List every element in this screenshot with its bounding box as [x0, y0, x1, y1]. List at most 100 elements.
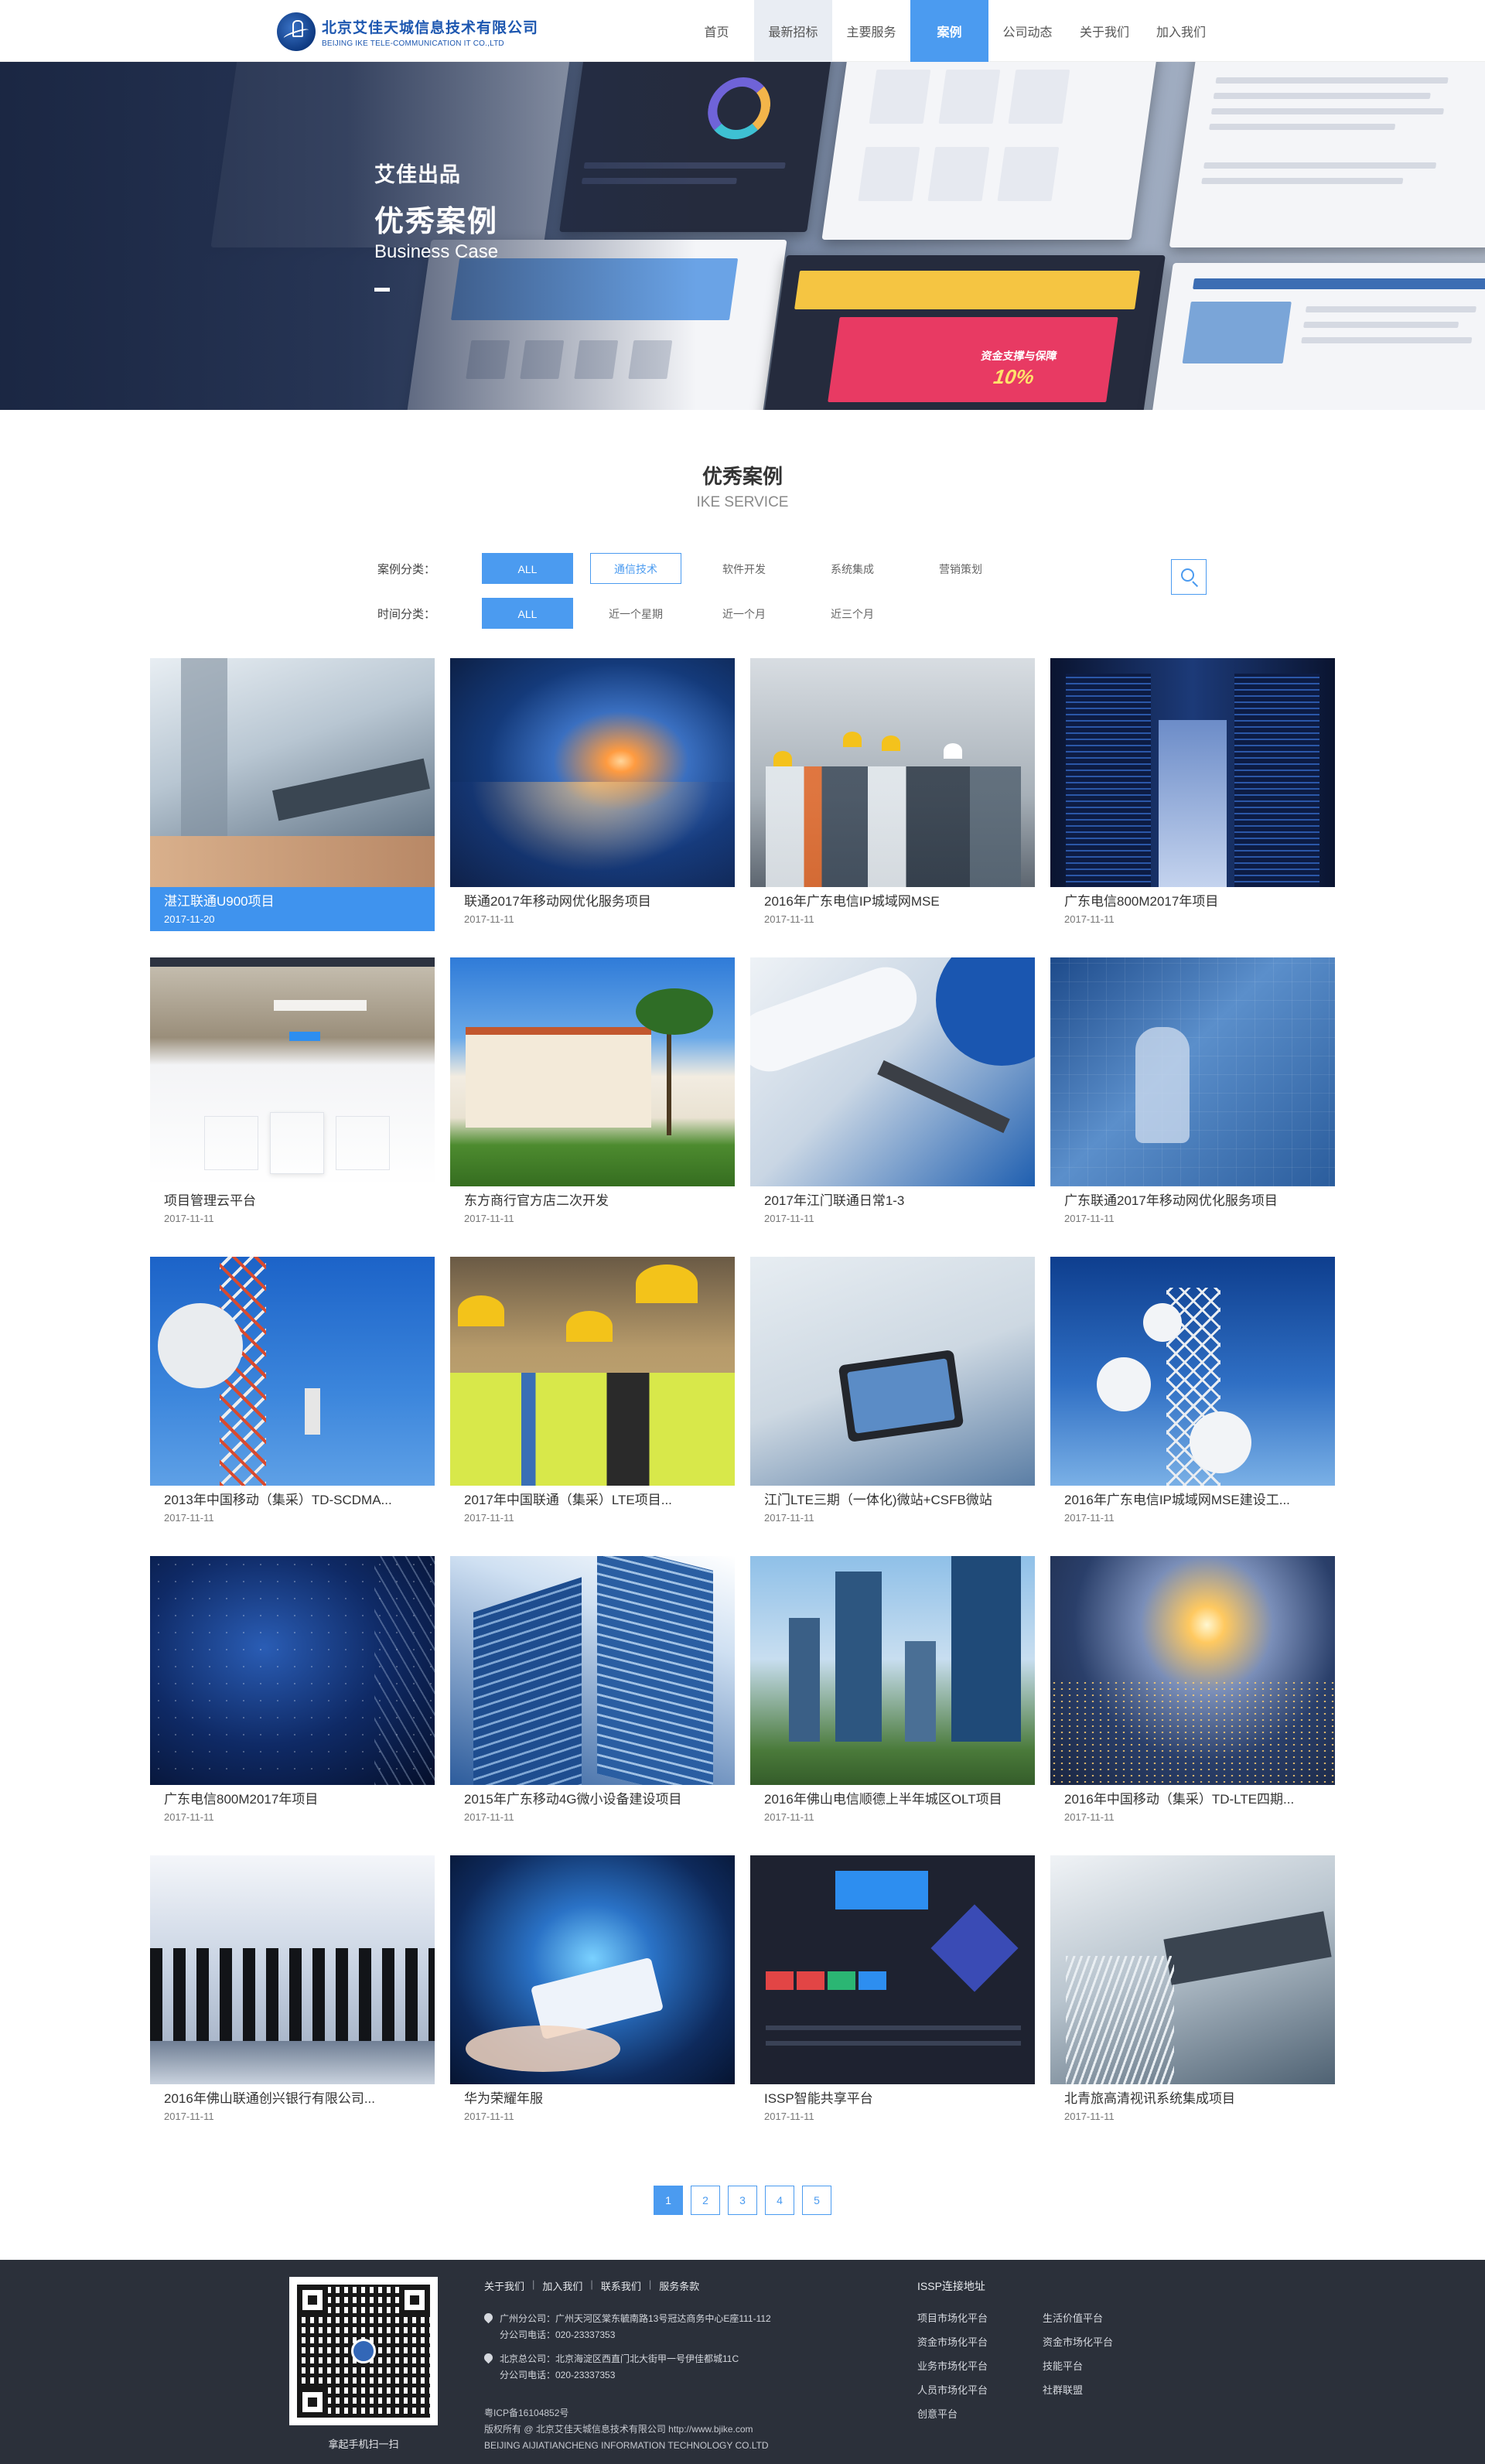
case-card[interactable]: 湛江联通U900项目 2017-11-20 [150, 658, 435, 931]
case-title: 广东电信800M2017年项目 [164, 1792, 319, 1807]
case-title: 2015年广东移动4G微小设备建设项目 [464, 1792, 682, 1807]
category-option-software[interactable]: 软件开发 [698, 553, 790, 584]
site-header: 北京艾佳天城信息技术有限公司 BEIJING IKE TELE-COMMUNIC… [0, 0, 1485, 62]
case-date: 2017-11-11 [764, 1811, 814, 1823]
case-thumbnail [150, 957, 435, 1186]
case-filters: 案例分类： ALL 通信技术 软件开发 系统集成 营销策划 时间分类： ALL … [0, 542, 1485, 658]
search-button[interactable] [1171, 559, 1207, 595]
time-option-week[interactable]: 近一个星期 [590, 598, 681, 629]
case-thumbnail [450, 1257, 735, 1486]
location-pin-icon [482, 2311, 495, 2324]
case-thumbnail [150, 1257, 435, 1486]
case-card[interactable]: 项目管理云平台 2017-11-11 [150, 957, 435, 1230]
hero-banner: 资金支撑与保障 10% 艾佳出品 优秀案例 Business Case [0, 62, 1485, 410]
case-title: 2016年佛山联通创兴银行有限公司... [164, 2091, 375, 2106]
case-title: 联通2017年移动网优化服务项目 [464, 894, 651, 909]
case-card[interactable]: 2016年佛山联通创兴银行有限公司... 2017-11-11 [150, 1855, 435, 2128]
nav-item-news[interactable]: 公司动态 [988, 0, 1067, 62]
issp-link[interactable]: 生活价值平台 [1043, 2311, 1135, 2326]
case-date: 2017-11-11 [1064, 2111, 1115, 2122]
office-beijing: 北京总公司：北京海淀区西直门北大街甲一号伊佳都城11C 分公司电话：020-23… [482, 2351, 739, 2384]
case-card[interactable]: 2016年广东电信IP城域网MSE 2017-11-11 [750, 658, 1035, 931]
footer-link-join[interactable]: 加入我们 [542, 2278, 582, 2293]
qr-logo-icon [351, 2339, 376, 2363]
case-thumbnail [1050, 658, 1335, 887]
issp-link[interactable]: 人员市场化平台 [917, 2383, 1043, 2398]
case-title: 2017年中国联通（集采）LTE项目... [464, 1493, 672, 1507]
case-date: 2017-11-20 [164, 913, 215, 925]
nav-item-join[interactable]: 加入我们 [1142, 0, 1220, 62]
time-filter: 时间分类： ALL 近一个星期 近一个月 近三个月 [377, 598, 915, 629]
issp-link[interactable]: 资金市场化平台 [917, 2335, 1043, 2350]
company-logo[interactable]: 北京艾佳天城信息技术有限公司 BEIJING IKE TELE-COMMUNIC… [277, 12, 538, 51]
page-button[interactable]: 1 [654, 2186, 683, 2215]
case-date: 2017-11-11 [764, 913, 814, 925]
time-option-three-months[interactable]: 近三个月 [807, 598, 898, 629]
case-card[interactable]: 联通2017年移动网优化服务项目 2017-11-11 [450, 658, 735, 931]
category-filter: 案例分类： ALL 通信技术 软件开发 系统集成 营销策划 [377, 553, 1023, 584]
case-thumbnail [1050, 1556, 1335, 1785]
case-thumbnail [150, 1855, 435, 2084]
nav-item-about[interactable]: 关于我们 [1067, 0, 1142, 62]
case-card[interactable]: 江门LTE三期（一体化)微站+CSFB微站 2017-11-11 [750, 1257, 1035, 1530]
footer-link-terms[interactable]: 服务条款 [659, 2278, 699, 2293]
issp-link[interactable]: 技能平台 [1043, 2359, 1135, 2374]
qr-code [289, 2277, 438, 2425]
issp-link[interactable]: 创意平台 [917, 2407, 1043, 2422]
case-card[interactable]: 2016年中国移动（集采）TD-LTE四期... 2017-11-11 [1050, 1556, 1335, 1829]
banner-text: 艾佳出品 优秀案例 Business Case [374, 158, 498, 292]
nav-item-services[interactable]: 主要服务 [832, 0, 910, 62]
category-option-marketing[interactable]: 营销策划 [915, 553, 1006, 584]
issp-link[interactable]: 项目市场化平台 [917, 2311, 1043, 2326]
page-button[interactable]: 5 [802, 2186, 831, 2215]
case-card[interactable]: 2013年中国移动（集采）TD-SCDMA... 2017-11-11 [150, 1257, 435, 1530]
banner-subtitle: 艾佳出品 [374, 163, 461, 186]
time-filter-label: 时间分类： [377, 607, 436, 621]
page-button[interactable]: 3 [728, 2186, 757, 2215]
footer-link-about[interactable]: 关于我们 [484, 2278, 524, 2293]
search-icon [1181, 568, 1194, 582]
category-option-all[interactable]: ALL [482, 553, 573, 584]
case-thumbnail [750, 957, 1035, 1186]
issp-link[interactable]: 社群联盟 [1043, 2383, 1135, 2398]
case-card[interactable]: 2017年江门联通日常1-3 2017-11-11 [750, 957, 1035, 1230]
case-card[interactable]: 2016年广东电信IP城域网MSE建设工... 2017-11-11 [1050, 1257, 1335, 1530]
page-button[interactable]: 2 [691, 2186, 720, 2215]
category-option-telecom[interactable]: 通信技术 [590, 553, 681, 584]
case-card[interactable]: 2016年佛山电信顺德上半年城区OLT项目 2017-11-11 [750, 1556, 1035, 1829]
time-option-month[interactable]: 近一个月 [698, 598, 790, 629]
nav-item-home[interactable]: 首页 [679, 0, 754, 62]
case-thumbnail [450, 1855, 735, 2084]
issp-link[interactable]: 业务市场化平台 [917, 2359, 1043, 2374]
case-card[interactable]: ISSP智能共享平台 2017-11-11 [750, 1855, 1035, 2128]
case-title: 东方商行官方店二次开发 [464, 1193, 609, 1208]
case-card[interactable]: 东方商行官方店二次开发 2017-11-11 [450, 957, 735, 1230]
footer-links: 关于我们 | 加入我们 | 联系我们 | 服务条款 [484, 2278, 700, 2293]
case-card[interactable]: 2017年中国联通（集采）LTE项目... 2017-11-11 [450, 1257, 735, 1530]
case-date: 2017-11-11 [464, 2111, 514, 2122]
case-title: 江门LTE三期（一体化)微站+CSFB微站 [764, 1493, 992, 1507]
case-card[interactable]: 2015年广东移动4G微小设备建设项目 2017-11-11 [450, 1556, 735, 1829]
case-card[interactable]: 广东电信800M2017年项目 2017-11-11 [1050, 658, 1335, 931]
office-phone: 分公司电话：020-23337353 [500, 2370, 616, 2380]
banner-mock-screen [1169, 62, 1485, 247]
banner-mock-percent: 10% [992, 365, 1036, 388]
case-title: 北青旅高清视讯系统集成项目 [1064, 2091, 1235, 2106]
nav-item-cases[interactable]: 案例 [910, 0, 988, 62]
banner-mock-screen [821, 62, 1159, 240]
time-option-all[interactable]: ALL [482, 598, 573, 629]
case-card[interactable]: 广东联通2017年移动网优化服务项目 2017-11-11 [1050, 957, 1335, 1230]
case-card[interactable]: 北青旅高清视讯系统集成项目 2017-11-11 [1050, 1855, 1335, 2128]
category-option-integration[interactable]: 系统集成 [807, 553, 898, 584]
footer-link-contact[interactable]: 联系我们 [601, 2278, 641, 2293]
page-button[interactable]: 4 [765, 2186, 794, 2215]
case-title: 湛江联通U900项目 [164, 894, 275, 909]
case-title: 2016年佛山电信顺德上半年城区OLT项目 [764, 1792, 1002, 1807]
case-date: 2017-11-11 [464, 1811, 514, 1823]
case-card[interactable]: 广东电信800M2017年项目 2017-11-11 [150, 1556, 435, 1829]
case-thumbnail [750, 658, 1035, 887]
office-guangzhou: 广州分公司：广州天河区棠东毓南路13号冠达商务中心E座111-112 分公司电话… [482, 2311, 771, 2343]
issp-link[interactable]: 资金市场化平台 [1043, 2335, 1135, 2350]
nav-item-tenders[interactable]: 最新招标 [754, 0, 832, 62]
case-card[interactable]: 华为荣耀年服 2017-11-11 [450, 1855, 735, 2128]
